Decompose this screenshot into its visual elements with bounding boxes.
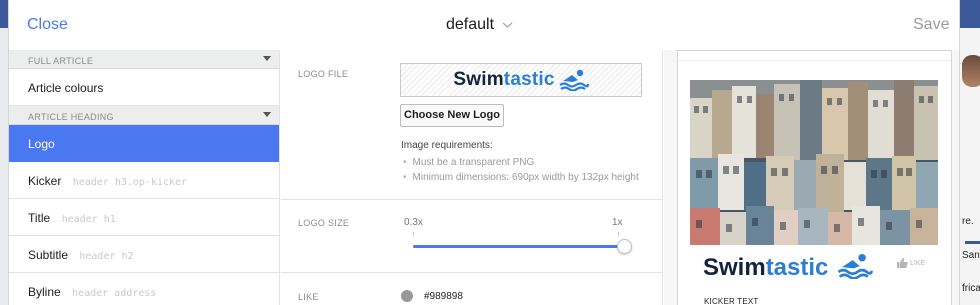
list-item: Minimum dimensions: 690px width by 132px… — [401, 172, 639, 187]
selector-hint: header h1 — [61, 214, 116, 225]
thumbs-up-icon — [897, 258, 908, 268]
sidebar-item-logo[interactable]: Logo — [9, 125, 279, 162]
modal-header: Close default Save — [9, 0, 959, 50]
chevron-down-icon — [502, 22, 513, 28]
sidebar-item-byline[interactable]: Byline header address — [9, 273, 279, 305]
sidebar-item-label: Title — [28, 211, 51, 225]
sidebar-item-label: Byline — [28, 285, 61, 299]
style-editor-modal: Close default Save FULL ARTICLE Article … — [8, 0, 960, 305]
slider-tick — [618, 232, 619, 236]
phone-top-bar — [678, 51, 951, 61]
sidebar-item-subtitle[interactable]: Subtitle header h2 — [9, 236, 279, 273]
section-header-label: ARTICLE HEADING — [28, 112, 114, 122]
sidebar-item-label: Logo — [28, 137, 55, 151]
background-link-underline — [965, 241, 980, 244]
requirements-list: Must be a transparent PNG Minimum dimens… — [401, 157, 639, 187]
like-label: LIKE — [910, 259, 926, 267]
sidebar-item-title[interactable]: Title header h1 — [9, 199, 279, 236]
logo-text-accent: tastic — [765, 254, 829, 281]
divider — [281, 272, 663, 273]
close-button[interactable]: Close — [27, 16, 68, 34]
logo-file-label: LOGO FILE — [298, 69, 349, 79]
sidebar-item-label: Article colours — [28, 81, 104, 95]
logo-image: Swimtastic — [453, 69, 554, 91]
settings-panel: LOGO FILE Swimtastic Choose New Logo Ima… — [281, 50, 663, 305]
selector-hint: header address — [72, 288, 157, 299]
slider-tick — [413, 232, 414, 236]
save-button[interactable]: Save — [913, 16, 949, 34]
sidebar-item-article-colours[interactable]: Article colours — [9, 69, 279, 106]
sidebar: FULL ARTICLE Article colours ARTICLE HEA… — [9, 50, 280, 305]
city-photo — [690, 80, 938, 245]
logo-text-accent: tastic — [503, 69, 555, 90]
sidebar-item-kicker[interactable]: Kicker header h3.op-kicker — [9, 162, 279, 199]
chevron-down-icon — [263, 56, 271, 61]
section-header-label: FULL ARTICLE — [28, 56, 94, 66]
logo-preview-box: Swimtastic — [400, 63, 642, 97]
selector-hint: header h2 — [79, 251, 134, 262]
selector-hint: header h3.op-kicker — [72, 177, 188, 188]
section-header-full-article[interactable]: FULL ARTICLE — [9, 50, 279, 69]
list-item: Must be a transparent PNG — [401, 157, 639, 172]
divider — [281, 199, 663, 200]
like-label: LIKE — [298, 292, 319, 302]
background-snippet: re. — [962, 216, 974, 227]
kicker-text: KICKER TEXT — [704, 297, 759, 305]
logo-size-slider-thumb[interactable] — [617, 239, 632, 254]
section-header-article-heading[interactable]: ARTICLE HEADING — [9, 106, 279, 125]
background-avatar — [962, 55, 980, 87]
style-selector[interactable]: default — [446, 16, 513, 34]
like-color-swatch[interactable] — [401, 290, 413, 302]
slider-min-label: 0.3x — [404, 217, 423, 228]
sidebar-item-label: Kicker — [28, 174, 62, 188]
article-preview: Swimtastic LIKE KICKER TEXT — [664, 50, 959, 305]
background-snippet: frica — [962, 283, 980, 294]
logo-size-label: LOGO SIZE — [298, 218, 350, 228]
swimmer-icon — [558, 69, 589, 91]
logo-size-slider-track[interactable] — [413, 245, 624, 248]
choose-new-logo-button[interactable]: Choose New Logo — [400, 104, 504, 127]
sidebar-item-label: Subtitle — [28, 248, 69, 262]
style-name: default — [446, 16, 495, 33]
like-color-value: #989898 — [424, 291, 463, 302]
requirements-title: Image requirements: — [401, 140, 493, 151]
swimmer-icon — [837, 253, 873, 280]
slider-max-label: 1x — [612, 217, 623, 228]
background-snippet: San — [962, 250, 980, 261]
preview-logo: Swimtastic — [703, 253, 873, 282]
cover-image — [690, 80, 938, 245]
phone-frame: Swimtastic LIKE KICKER TEXT — [677, 50, 952, 305]
logo-text: Swim — [703, 254, 766, 281]
chevron-down-icon — [263, 112, 271, 117]
logo-text: Swim — [453, 69, 504, 90]
like-button[interactable]: LIKE — [897, 258, 925, 268]
